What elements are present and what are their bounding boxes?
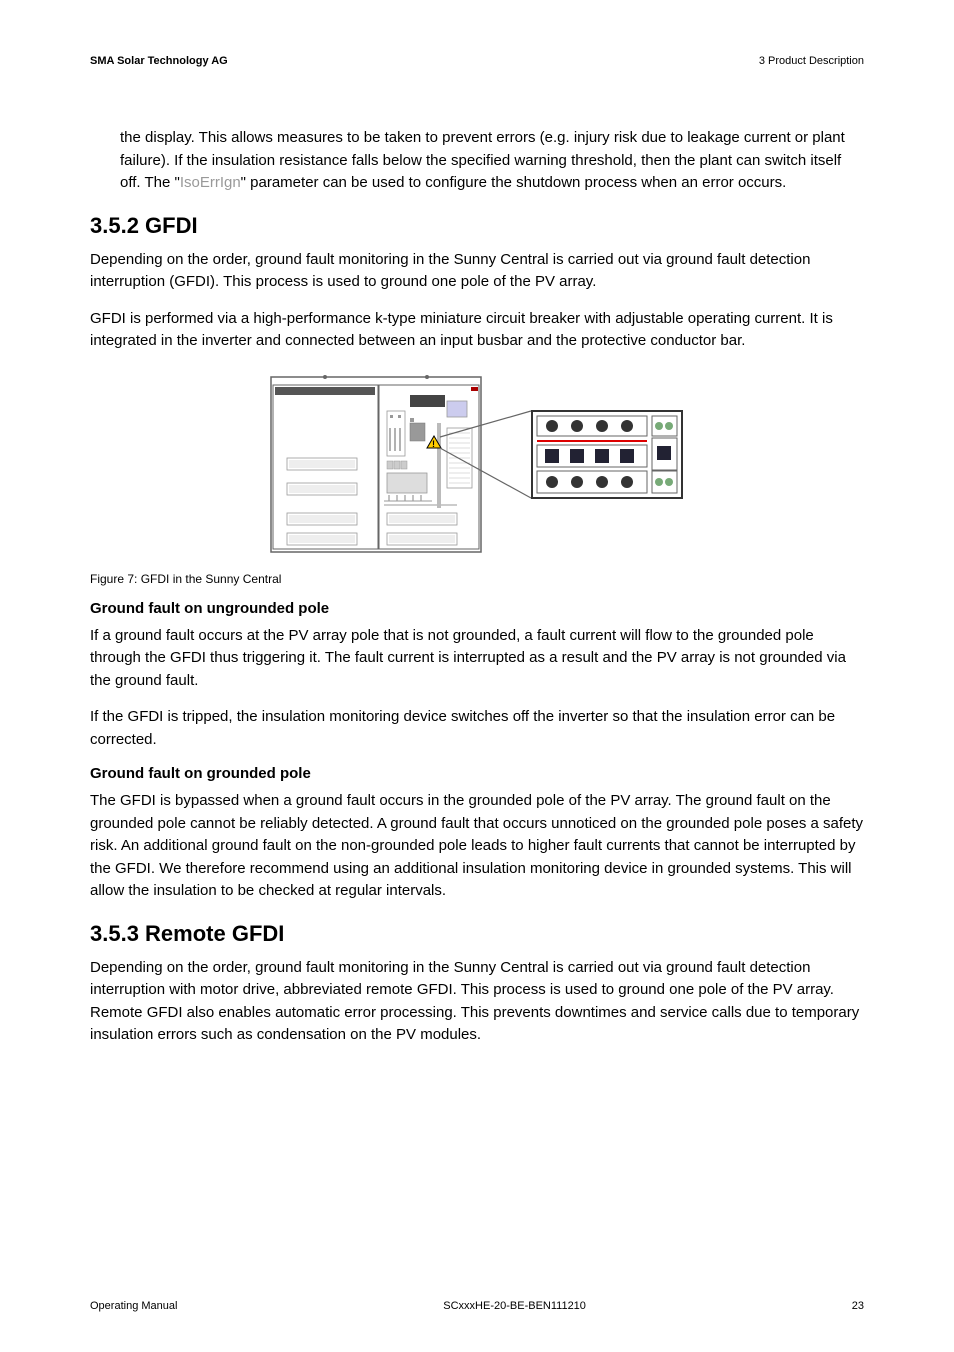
header-section-title: 3 Product Description (759, 55, 864, 67)
figure-7-caption: Figure 7: GFDI in the Sunny Central (90, 572, 864, 586)
parameter-name: IsoErrIgn (180, 174, 241, 191)
section-352-heading: 3.5.2 GFDI (90, 213, 864, 239)
section-352-p1: Depending on the order, ground fault mon… (90, 249, 864, 294)
header-company-name: SMA Solar Technology AG (90, 55, 228, 67)
intro-text-post: " parameter can be used to configure the… (241, 174, 787, 191)
sub1-heading: Ground fault on ungrounded pole (90, 600, 864, 617)
page-footer: Operating Manual SCxxxHE-20-BE-BEN111210… (90, 1300, 864, 1312)
intro-paragraph: the display. This allows measures to be … (90, 127, 864, 195)
gfdi-diagram: ! (267, 373, 687, 558)
svg-text:!: ! (432, 439, 435, 449)
sub1-p2: If the GFDI is tripped, the insulation m… (90, 706, 864, 751)
section-353-heading: 3.5.3 Remote GFDI (90, 921, 864, 947)
sub2-p1: The GFDI is bypassed when a ground fault… (90, 790, 864, 903)
section-352-p2: GFDI is performed via a high-performance… (90, 308, 864, 353)
footer-doc-type: Operating Manual (90, 1300, 177, 1312)
footer-page-number: 23 (852, 1300, 864, 1312)
sub1-p1: If a ground fault occurs at the PV array… (90, 625, 864, 693)
footer-doc-code: SCxxxHE-20-BE-BEN111210 (443, 1300, 586, 1312)
section-353-p1: Depending on the order, ground fault mon… (90, 957, 864, 1047)
figure-7-container: ! (90, 373, 864, 558)
sub2-heading: Ground fault on grounded pole (90, 765, 864, 782)
page-header: SMA Solar Technology AG 3 Product Descri… (90, 55, 864, 67)
